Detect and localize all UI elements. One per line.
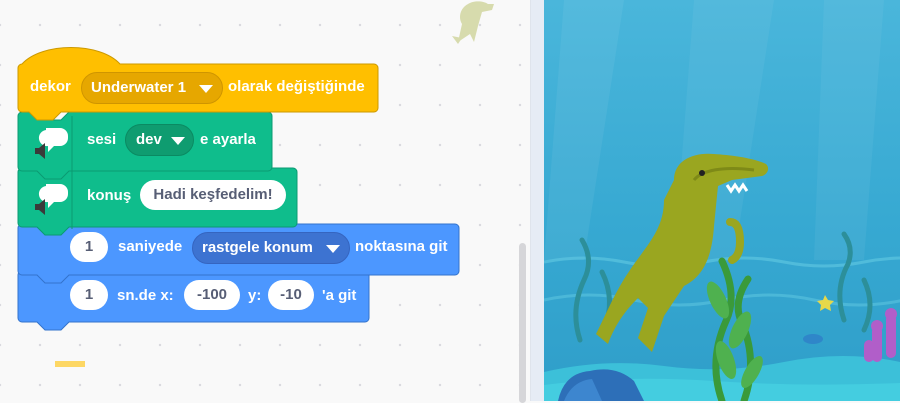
stage-canvas[interactable] (544, 0, 900, 401)
speech-balloon-icon (35, 128, 68, 159)
hat-suffix-label: olarak değiştiğinde (228, 78, 365, 95)
glide-target-dropdown[interactable]: rastgele konum (192, 232, 350, 264)
backdrop-dropdown-value: Underwater 1 (91, 79, 187, 96)
speak-text-input[interactable]: Hadi keşfedelim! (140, 180, 286, 210)
glide-seconds-label: saniyede (118, 238, 183, 255)
partial-block-shape (55, 361, 85, 367)
y-label: y: (248, 287, 262, 304)
chevron-down-icon (171, 137, 185, 145)
speak-label: konuş (87, 187, 132, 204)
hat-prefix-label: dekor (30, 78, 71, 95)
underwater-backdrop (544, 0, 900, 401)
voice-label: sesi (87, 131, 117, 148)
stage-divider (530, 0, 545, 401)
glide-random-suffix-label: noktasına git (355, 238, 448, 255)
backdrop-dropdown[interactable]: Underwater 1 (81, 72, 223, 104)
glide-xy-seconds-input[interactable]: 1 (70, 280, 108, 310)
x-input[interactable]: -100 (184, 280, 240, 310)
voice-suffix-label: e ayarla (200, 131, 256, 148)
workspace-scrollbar[interactable] (519, 243, 526, 403)
speech-balloon-icon (35, 184, 68, 215)
speaker-icon (35, 199, 45, 215)
glide-target-value: rastgele konum (202, 239, 313, 256)
voice-dropdown[interactable]: dev (125, 124, 194, 156)
glide-xy-label: sn.de x: (117, 287, 174, 304)
chevron-down-icon (199, 85, 213, 93)
chevron-down-icon (326, 245, 340, 253)
speaker-icon (35, 143, 45, 159)
glide-xy-suffix-label: 'a git (322, 287, 357, 304)
glide-seconds-input[interactable]: 1 (70, 232, 108, 262)
sprite-ghost-icon (440, 0, 500, 46)
code-workspace[interactable]: dekor Underwater 1 olarak değiştiğinde s… (0, 0, 530, 401)
voice-dropdown-value: dev (136, 131, 162, 148)
y-input[interactable]: -10 (268, 280, 314, 310)
